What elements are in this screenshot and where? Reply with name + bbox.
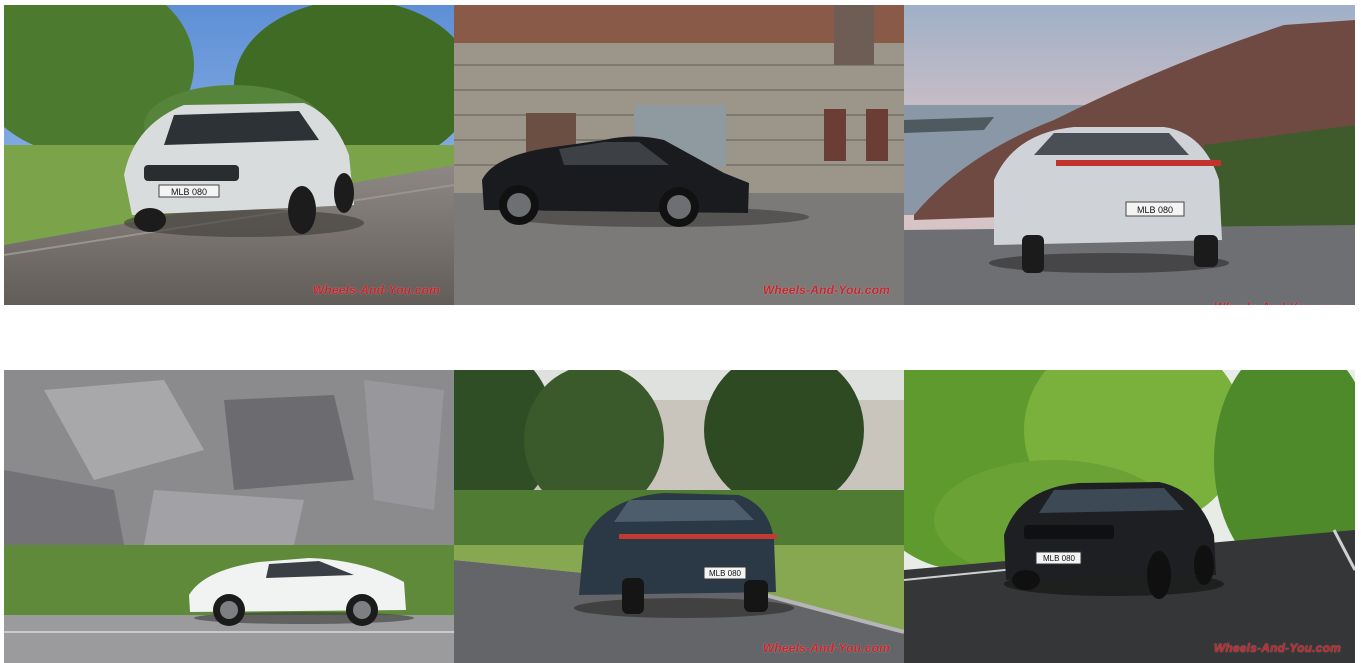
photo-3-plate: MLB 080 (1137, 205, 1173, 215)
photo-gallery: MLB 080 Wheels-And-You.com Wheels-And-Yo… (0, 0, 1361, 663)
photo-4-image (4, 370, 454, 663)
photo-1-image: MLB 080 (4, 5, 454, 305)
photo-5-image: MLB 080 (454, 370, 904, 663)
photo-6-image: MLB 080 (904, 370, 1355, 663)
photo-6-watermark: Wheels-And-You.com (1213, 641, 1341, 655)
gallery-photo-6[interactable]: MLB 080 Wheels-And-You.com (904, 370, 1355, 663)
photo-5-plate: MLB 080 (709, 569, 742, 578)
gallery-photo-5[interactable]: MLB 080 Wheels-And-You.com (454, 370, 904, 663)
gallery-photo-2[interactable]: Wheels-And-You.com (454, 5, 904, 305)
photo-5-watermark: Wheels-And-You.com (762, 641, 890, 655)
photo-6-plate: MLB 080 (1043, 554, 1076, 563)
photo-3-image: MLB 080 (904, 5, 1355, 305)
gallery-photo-4[interactable] (4, 370, 454, 663)
gallery-photo-1[interactable]: MLB 080 Wheels-And-You.com (4, 5, 454, 305)
photo-1-plate: MLB 080 (171, 187, 207, 197)
photo-1-watermark: Wheels-And-You.com (312, 283, 440, 297)
photo-2-watermark: Wheels-And-You.com (762, 283, 890, 297)
photo-3-watermark: Wheels-And-You.com (1214, 300, 1341, 305)
photo-2-image (454, 5, 904, 305)
gallery-photo-3[interactable]: MLB 080 Wheels-And-You.com (904, 5, 1355, 305)
